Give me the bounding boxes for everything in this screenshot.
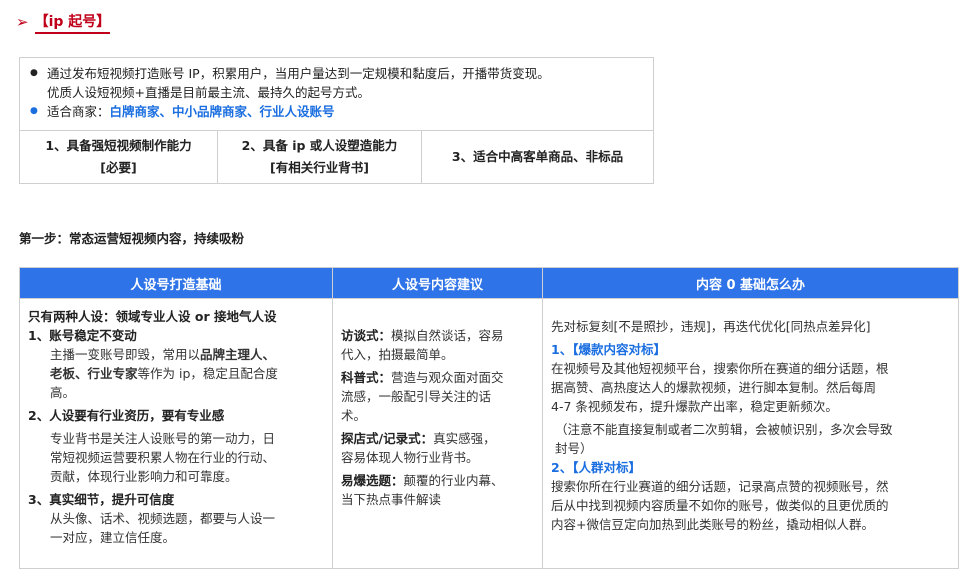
section-heading: ➢ 【ip 起号】 <box>16 11 111 34</box>
item-title: 1、账号稳定不变动 <box>28 328 137 343</box>
suggestion-store-visit: 探店式/记录式：真实感强， 容易体现人物行业背书。 <box>341 431 496 465</box>
requirement-cell-2: 2、具备 ip 或人设塑造能力 [有相关行业背书] <box>218 131 422 183</box>
requirement-1-text: 1、具备强短视频制作能力 <box>45 138 192 153</box>
merchant-types: 白牌商家、中小品牌商家、行业人设账号 <box>109 104 335 119</box>
section-title: 【ip 起号】 <box>34 11 111 34</box>
section-benchmark-audience: 2、【人群对标】 <box>551 460 641 475</box>
intro-bullet-1-text: 通过发布短视频打造账号 IP，积累用户，当用户量达到一定规模和黏度后，开播带货变… <box>47 66 550 81</box>
strategy-intro: 先对标复刻[不是照抄，违规]，再迭代优化[同热点差异化] <box>551 319 871 334</box>
item-text: 主播一变账号即毁，常用以品牌主理人、 老板、行业专家等作为 ip，稳定且配合度 … <box>50 347 278 400</box>
column-header: 人设号打造基础 <box>20 268 332 299</box>
intro-bullet-1-cont: 优质人设短视频+直播是目前最主流、最持久的起号方式。 <box>47 85 370 100</box>
column-header: 内容 0 基础怎么办 <box>543 268 958 299</box>
suggestion-interview: 访谈式：模拟自然谈话，容易 代入，拍摄最简单。 <box>341 328 504 362</box>
merchant-label: 适合商家： <box>47 104 110 119</box>
column-content-suggestions: 人设号内容建议 访谈式：模拟自然谈话，容易 代入，拍摄最简单。 科普式：营造与观… <box>333 268 543 568</box>
item-text: 从头像、话术、视频选题，都要与人设一 一对应，建立信任度。 <box>50 511 276 545</box>
step-title: 第一步：常态运营短视频内容，持续吸粉 <box>19 231 245 246</box>
bullet-dot-icon: ● <box>30 68 38 78</box>
column-header: 人设号内容建议 <box>333 268 542 299</box>
requirement-cell-3: 3、适合中高客单商品、非标品 <box>422 131 653 183</box>
item-text: 专业背书是关注人设账号的第一动力，日 常短视频运营要积累人物在行业的行动、 贡献… <box>50 431 276 484</box>
intro-table: ● 通过发布短视频打造账号 IP，积累用户，当用户量达到一定规模和黏度后，开播带… <box>19 57 654 184</box>
requirement-2-note: [有相关行业背书] <box>270 160 369 175</box>
suggestion-viral-topics: 易爆选题：颠覆的行业内幕、 当下热点事件解读 <box>341 473 504 507</box>
bullet-dot-icon: ● <box>30 106 38 116</box>
section-text: 在视频号及其他短视频平台，搜索你所在赛道的细分话题，根 据高赞、高热度达人的爆款… <box>551 361 889 414</box>
requirement-cell-1: 1、具备强短视频制作能力 [必要] <box>20 131 218 183</box>
column-body: 先对标复刻[不是照抄，违规]，再迭代优化[同热点差异化] 1、【爆款内容对标】 … <box>543 299 958 568</box>
suggestion-science: 科普式：营造与观众面对面交 流感，一般配引导关注的话 术。 <box>341 370 504 423</box>
requirement-3-text: 3、适合中高客单商品、非标品 <box>451 149 624 164</box>
guide-table: 人设号打造基础 只有两种人设：领域专业人设 or 接地气人设 1、账号稳定不变动… <box>19 267 959 569</box>
column-zero-basis: 内容 0 基础怎么办 先对标复刻[不是照抄，违规]，再迭代优化[同热点差异化] … <box>543 268 958 568</box>
item-title: 2、人设要有行业资历，要有专业感 <box>28 408 225 423</box>
column-body: 只有两种人设：领域专业人设 or 接地气人设 1、账号稳定不变动 主播一变账号即… <box>20 299 332 568</box>
column-persona-basics: 人设号打造基础 只有两种人设：领域专业人设 or 接地气人设 1、账号稳定不变动… <box>20 268 333 568</box>
column-body: 访谈式：模拟自然谈话，容易 代入，拍摄最简单。 科普式：营造与观众面对面交 流感… <box>333 299 542 568</box>
section-text: 搜索你所在行业赛道的细分话题，记录高点赞的视频账号，然 后从中找到视频内容质量不… <box>551 479 889 532</box>
requirement-2-text: 2、具备 ip 或人设塑造能力 <box>241 138 398 153</box>
requirement-1-note: [必要] <box>100 160 137 175</box>
section-benchmark-content: 1、【爆款内容对标】 <box>551 342 666 357</box>
intro-bullet-2: ● 适合商家：白牌商家、中小品牌商家、行业人设账号 <box>30 102 653 121</box>
warning-note: （注意不能直接复制或者二次剪辑，会被帧识别，多次会导致 封号） <box>555 422 893 456</box>
intro-description: ● 通过发布短视频打造账号 IP，积累用户，当用户量达到一定规模和黏度后，开播带… <box>20 58 653 131</box>
item-title: 3、真实细节，提升可信度 <box>28 492 175 507</box>
arrow-icon: ➢ <box>16 13 29 31</box>
persona-types: 只有两种人设：领域专业人设 or 接地气人设 <box>28 309 277 324</box>
requirements-row: 1、具备强短视频制作能力 [必要] 2、具备 ip 或人设塑造能力 [有相关行业… <box>20 131 653 183</box>
intro-bullet-1: ● 通过发布短视频打造账号 IP，积累用户，当用户量达到一定规模和黏度后，开播带… <box>30 64 653 102</box>
